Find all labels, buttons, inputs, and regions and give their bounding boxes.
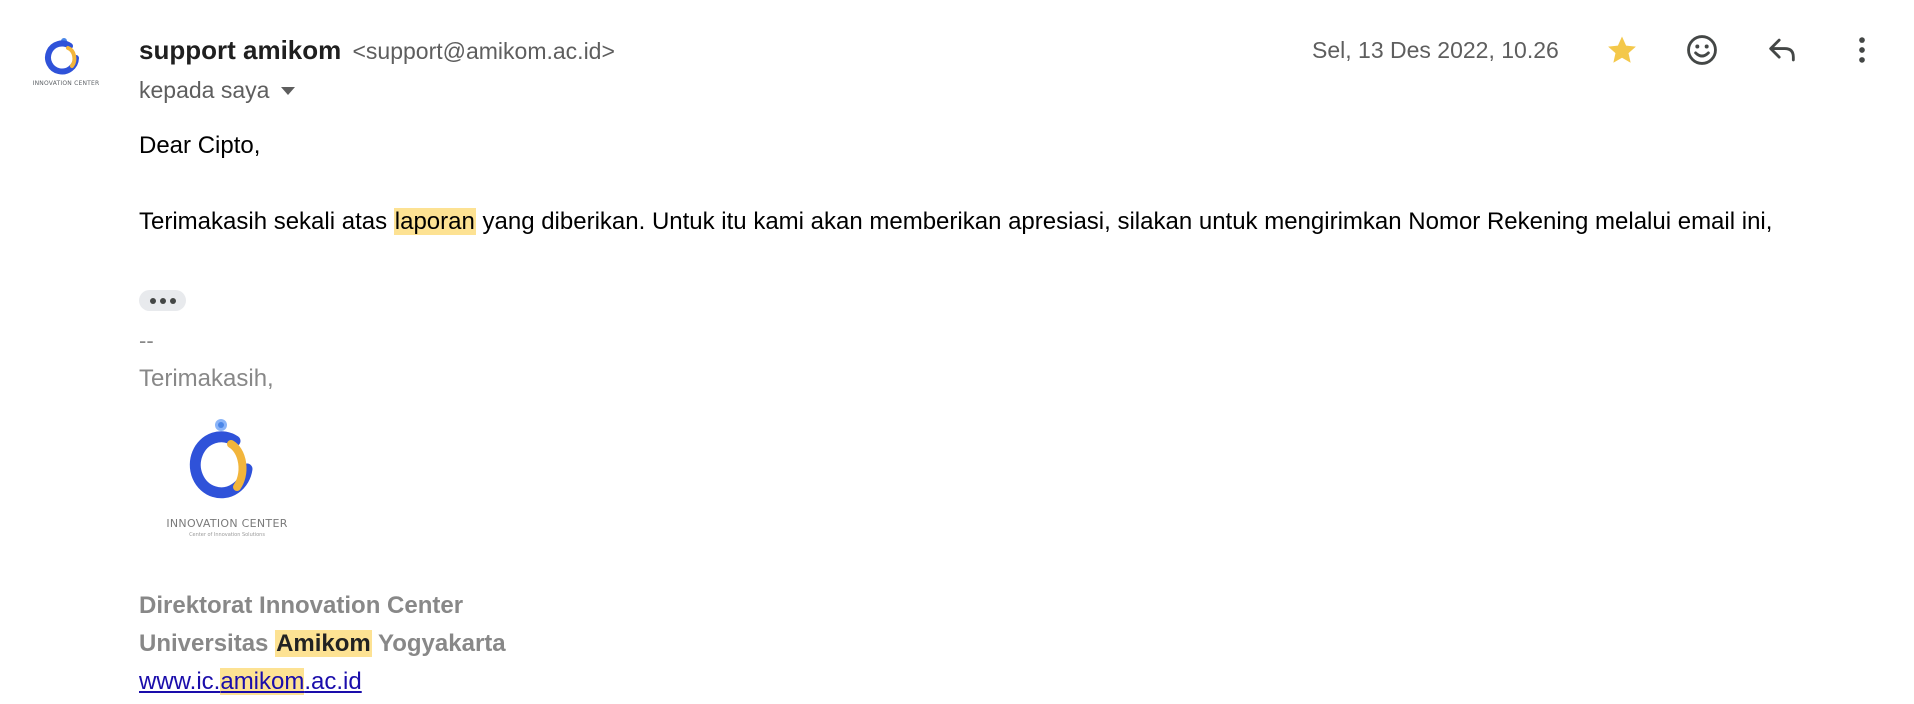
dot-icon <box>149 297 156 304</box>
reply-button[interactable] <box>1760 28 1804 72</box>
university-suffix: Yogyakarta <box>371 630 506 657</box>
chevron-down-icon <box>281 87 296 95</box>
signature-closing: Terimakasih, <box>139 365 274 392</box>
more-options-button[interactable] <box>1840 28 1884 72</box>
avatar-caption: INNOVATION CENTER <box>32 80 100 87</box>
signature-logo: INNOVATION CENTER Center of Innovation S… <box>160 417 294 557</box>
link-suffix: .ac.id <box>304 668 362 695</box>
signature-website-link[interactable]: www.ic.amikom.ac.id <box>139 663 362 701</box>
reply-icon <box>1769 38 1795 62</box>
sender-email: <support@amikom.ac.id> <box>352 38 615 64</box>
message-greeting: Dear Cipto, <box>139 132 261 159</box>
more-vert-icon <box>1859 37 1865 63</box>
star-button[interactable] <box>1600 28 1644 72</box>
search-highlight: Amikom <box>275 630 372 657</box>
innovation-center-logo-icon <box>45 38 79 75</box>
sender-name[interactable]: support amikom <box>139 35 341 65</box>
paragraph-text-start: Terimakasih sekali atas <box>139 208 394 235</box>
dot-icon <box>159 297 166 304</box>
search-highlight: amikom <box>220 668 305 695</box>
sender-avatar[interactable]: INNOVATION CENTER <box>32 34 100 102</box>
emoji-icon <box>1687 35 1717 65</box>
add-reaction-button[interactable] <box>1680 28 1724 72</box>
signature-university: Universitas Amikom Yogyakarta <box>139 625 506 663</box>
search-highlight: laporan <box>393 208 476 235</box>
message-date: Sel, 13 Des 2022, 10.26 <box>1312 37 1559 63</box>
sender-line: support amikom <support@amikom.ac.id> <box>139 30 615 71</box>
signature-organization: Direktorat Innovation Center <box>139 592 464 619</box>
star-icon <box>1608 36 1636 63</box>
recipient-label: kepada saya <box>139 77 270 103</box>
message-paragraph: Terimakasih sekali atas laporan yang dib… <box>139 203 1882 241</box>
university-prefix: Universitas <box>139 630 276 657</box>
email-message-view: INNOVATION CENTER support amikom <suppor… <box>0 0 1914 704</box>
link-prefix: www.ic. <box>139 668 221 695</box>
dot-icon <box>169 297 176 304</box>
recipient-details-toggle[interactable]: kepada saya <box>139 73 296 107</box>
innovation-center-logo-icon <box>189 419 253 499</box>
show-trimmed-content-button[interactable] <box>139 290 186 311</box>
paragraph-text-end: yang diberikan. Untuk itu kami akan memb… <box>475 208 1773 235</box>
logo-caption: INNOVATION CENTER <box>166 517 288 530</box>
signature-separator: -- <box>139 328 154 353</box>
logo-subcaption: Center of Innovation Solutions <box>189 532 265 538</box>
